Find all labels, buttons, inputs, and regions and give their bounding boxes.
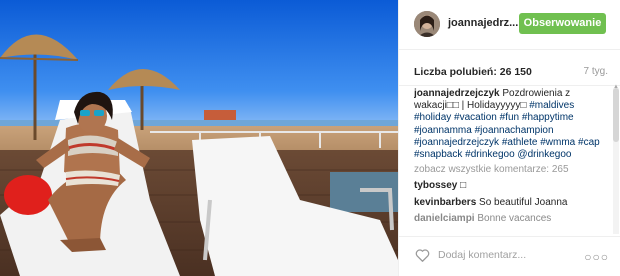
view-all-comments-link[interactable]: zobacz wszystkie komentarze: 265 xyxy=(414,164,604,176)
comment-text: So beautiful Joanna xyxy=(476,196,568,208)
hashtag-link[interactable]: #happytime xyxy=(522,112,574,123)
post-username[interactable]: joannajedrz... xyxy=(448,17,518,29)
hashtag-link[interactable]: #drinkegoo xyxy=(465,149,514,160)
post-header: joannajedrz... Obserwowanie xyxy=(399,0,620,50)
post-age[interactable]: 7 tyg. xyxy=(584,66,608,77)
hashtag-link[interactable]: #joannajedrzejczyk xyxy=(414,137,499,148)
caption-username[interactable]: joannajedrzejczyk xyxy=(414,88,500,99)
scrollbar-thumb[interactable] xyxy=(613,88,619,142)
post-caption: joannajedrzejczyk Pozdrowienia z wakacji… xyxy=(414,88,604,161)
hashtag-link[interactable]: #cap xyxy=(578,137,600,148)
hashtag-link[interactable]: #athlete xyxy=(502,137,538,148)
like-count[interactable]: Liczba polubień: 26 150 xyxy=(414,66,532,78)
beach-photo xyxy=(0,0,398,276)
post-photo[interactable] xyxy=(0,0,398,276)
hashtag-link[interactable]: #holiday xyxy=(414,112,451,123)
post-stats: Liczba polubień: 26 150 7 tyg. xyxy=(399,50,620,86)
hashtag-link[interactable]: #fun xyxy=(500,112,519,123)
more-options-icon[interactable]: ○○○ xyxy=(584,250,609,264)
add-comment-input[interactable]: Dodaj komentarz... xyxy=(438,249,526,261)
comments-list: joannajedrzejczyk Pozdrowienia z wakacji… xyxy=(414,88,604,236)
avatar-image xyxy=(414,11,440,37)
comment-username[interactable]: tybossey xyxy=(414,180,457,191)
avatar[interactable] xyxy=(414,11,440,37)
heart-icon[interactable] xyxy=(415,248,430,262)
hashtag-link[interactable]: #joannachampion xyxy=(475,125,554,136)
comment-text: □ xyxy=(457,180,467,192)
hashtag-link[interactable]: @drinkegoo xyxy=(517,149,571,160)
hashtag-link[interactable]: #snapback xyxy=(414,149,462,160)
comment-username[interactable]: danielciampi xyxy=(414,213,475,224)
hashtag-link[interactable]: #joannamma xyxy=(414,125,472,136)
comment-text: Bonne vacances xyxy=(474,212,552,224)
follow-button[interactable]: Obserwowanie xyxy=(519,13,606,34)
hashtag-link[interactable]: #vacation xyxy=(454,112,497,123)
comment-item: danielciampi Bonne vacances xyxy=(414,213,604,225)
hashtag-link[interactable]: #maldives xyxy=(529,100,574,111)
comments-scrollbar[interactable] xyxy=(613,88,619,234)
comment-item: tybossey □ xyxy=(414,180,604,192)
comment-username[interactable]: kevinbarbers xyxy=(414,197,476,208)
comment-item: kevinbarbers So beautiful Joanna xyxy=(414,197,604,209)
post-footer: Dodaj komentarz... ○○○ xyxy=(399,236,620,276)
hashtag-link[interactable]: #wmma xyxy=(540,137,575,148)
post-side-panel: joannajedrz... Obserwowanie Liczba polub… xyxy=(398,0,620,276)
